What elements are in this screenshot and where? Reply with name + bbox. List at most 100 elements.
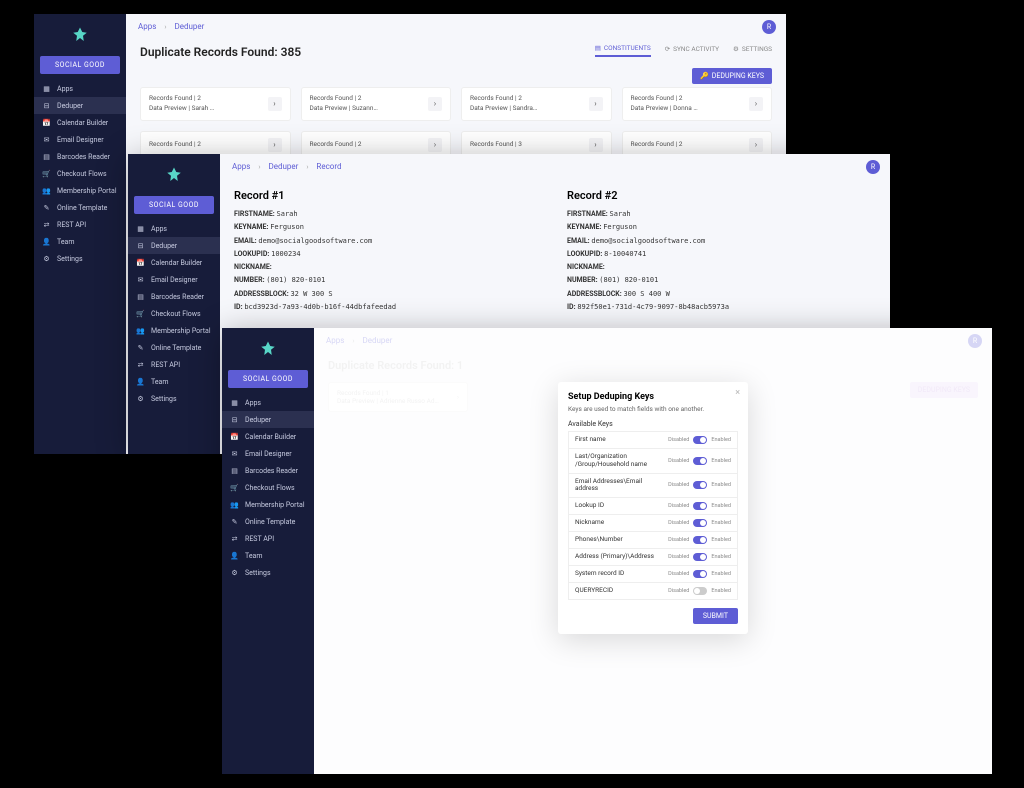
sidebar-item-checkout-flows[interactable]: 🛒Checkout Flows	[34, 165, 126, 182]
sidebar-item-deduper[interactable]: ⊟Deduper	[128, 237, 220, 254]
apps-icon: ▦	[136, 224, 145, 233]
sidebar-item-calendar-builder[interactable]: 📅Calendar Builder	[128, 254, 220, 271]
sidebar-item-email-designer[interactable]: ✉Email Designer	[128, 271, 220, 288]
duplicate-card[interactable]: Records Found | 2Data Preview | Sarah …›	[140, 87, 291, 121]
key-row: Email Addresses\Email addressDisabledEna…	[568, 474, 738, 499]
key-toggle[interactable]	[693, 457, 707, 465]
sidebar-item-rest-api[interactable]: ⇄REST API	[222, 530, 314, 547]
barcodes-reader-icon: ▤	[230, 466, 239, 475]
crumb-apps[interactable]: Apps	[232, 162, 250, 171]
record-field-nickname: NICKNAME:	[567, 261, 876, 274]
sidebar-item-checkout-flows[interactable]: 🛒Checkout Flows	[222, 479, 314, 496]
key-toggle[interactable]	[693, 481, 707, 489]
sidebar-item-label: Team	[245, 552, 263, 560]
duplicate-card[interactable]: Records Found | 2Data Preview | Suzann…›	[301, 87, 452, 121]
tab-settings[interactable]: ⚙SETTINGS	[733, 44, 772, 57]
sidebar-item-label: Checkout Flows	[151, 310, 201, 318]
sidebar-item-rest-api[interactable]: ⇄REST API	[34, 216, 126, 233]
label-disabled: Disabled	[668, 571, 689, 577]
sidebar-item-membership-portal[interactable]: 👥Membership Portal	[34, 182, 126, 199]
key-toggle[interactable]	[693, 436, 707, 444]
key-toggle[interactable]	[693, 502, 707, 510]
online-template-icon: ✎	[136, 343, 145, 352]
checkout-flows-icon: 🛒	[42, 169, 51, 178]
sidebar-item-label: REST API	[151, 361, 180, 369]
brand-badge[interactable]: SOCIAL GOOD	[134, 196, 214, 214]
sidebar-item-team[interactable]: 👤Team	[128, 373, 220, 390]
close-icon[interactable]: ×	[735, 388, 740, 398]
submit-button[interactable]: SUBMIT	[693, 608, 738, 624]
sidebar-item-email-designer[interactable]: ✉Email Designer	[222, 445, 314, 462]
sidebar-item-calendar-builder[interactable]: 📅 Calendar Builder	[222, 428, 314, 445]
brand-badge[interactable]: SOCIAL GOOD	[40, 56, 120, 74]
crumb-deduper[interactable]: Deduper	[268, 162, 298, 171]
sidebar-item-membership-portal[interactable]: 👥Membership Portal	[222, 496, 314, 513]
record-field-firstname: FIRSTNAME: Sarah	[234, 208, 543, 221]
record-field-email: EMAIL: demo@socialgoodsoftware.com	[234, 235, 543, 248]
sidebar-item-rest-api[interactable]: ⇄REST API	[128, 356, 220, 373]
record-compare: Record #1FIRSTNAME: SarahKEYNAME: Fergus…	[234, 189, 876, 314]
sidebar-item-label: REST API	[57, 221, 86, 229]
key-toggle[interactable]	[693, 587, 707, 595]
sidebar-item-label: Deduper	[151, 242, 177, 250]
sidebar-item-deduper[interactable]: ⊟Deduper	[34, 97, 126, 114]
sidebar-item-apps[interactable]: ▦Apps	[34, 80, 126, 97]
key-toggle[interactable]	[693, 519, 707, 527]
sidebar-item-calendar-builder[interactable]: 📅Calendar Builder	[34, 114, 126, 131]
chevron-right-icon: ›	[749, 138, 763, 152]
checkout-flows-icon: 🛒	[230, 483, 239, 492]
key-toggle[interactable]	[693, 553, 707, 561]
sidebar-item-deduper[interactable]: ⊟Deduper	[222, 411, 314, 428]
sidebar-item-team[interactable]: 👤Team	[222, 547, 314, 564]
chevron-right-icon: ›	[428, 138, 442, 152]
record-field-lookupid: LOOKUPID: 1000234	[234, 248, 543, 261]
chevron-right-icon: ›	[306, 163, 308, 171]
sidebar-item-apps[interactable]: ▦Apps	[128, 220, 220, 237]
record-field-addressblock: ADDRESSBLOCK: 300 S 400 W	[567, 288, 876, 301]
label-disabled: Disabled	[668, 537, 689, 543]
card-data-preview: Data Preview | Sarah …	[149, 104, 214, 114]
key-toggle[interactable]	[693, 536, 707, 544]
tab-sync-activity[interactable]: ⟳SYNC ACTIVITY	[665, 44, 719, 57]
sidebar-item-online-template[interactable]: ✎Online Template	[222, 513, 314, 530]
avatar[interactable]: R	[866, 160, 880, 174]
sidebar-item-label: Email Designer	[57, 136, 104, 144]
card-records-count: Records Found | 2	[149, 140, 201, 150]
calendar-builder-icon: 📅	[230, 432, 239, 441]
sidebar-item-apps[interactable]: ▦Apps	[222, 394, 314, 411]
apps-icon: ▦	[42, 84, 51, 93]
sidebar-item-online-template[interactable]: ✎Online Template	[34, 199, 126, 216]
deduping-keys-button[interactable]: 🔑DEDUPING KEYS	[692, 68, 772, 84]
key-toggle[interactable]	[693, 570, 707, 578]
sidebar-item-settings[interactable]: ⚙Settings	[34, 250, 126, 267]
crumb-record[interactable]: Record	[316, 162, 341, 171]
brand-badge[interactable]: SOCIAL GOOD	[228, 370, 308, 388]
sidebar-item-membership-portal[interactable]: 👥Membership Portal	[128, 322, 220, 339]
sidebar-item-label: Calendar Builder	[57, 119, 108, 127]
crumb-apps[interactable]: Apps	[138, 22, 156, 31]
sidebar-item-checkout-flows[interactable]: 🛒Checkout Flows	[128, 305, 220, 322]
sidebar-item-email-designer[interactable]: ✉Email Designer	[34, 131, 126, 148]
duplicate-card[interactable]: Records Found | 2Data Preview | Donna …›	[622, 87, 773, 121]
sidebar-item-label: Calendar Builder	[245, 433, 296, 441]
sidebar-item-barcodes-reader[interactable]: ▤Barcodes Reader	[222, 462, 314, 479]
sidebar-item-barcodes-reader[interactable]: ▤Barcodes Reader	[34, 148, 126, 165]
duplicate-card[interactable]: Records Found | 2Data Preview | Sandra…›	[461, 87, 612, 121]
sidebar-item-barcodes-reader[interactable]: ▤Barcodes Reader	[128, 288, 220, 305]
tab-bar: ▤CONSTITUENTS ⟳SYNC ACTIVITY ⚙SETTINGS	[595, 44, 772, 57]
sidebar-item-settings[interactable]: ⚙Settings	[128, 390, 220, 407]
sidebar-item-label: Online Template	[57, 204, 107, 212]
record-title: Record #2	[567, 189, 876, 202]
chevron-right-icon: ›	[258, 163, 260, 171]
refresh-icon: ⟳	[665, 45, 670, 53]
tab-constituents[interactable]: ▤CONSTITUENTS	[595, 44, 651, 57]
avatar[interactable]: R	[762, 20, 776, 34]
sidebar-item-online-template[interactable]: ✎Online Template	[128, 339, 220, 356]
card-records-count: Records Found | 2	[631, 94, 698, 104]
sidebar-item-team[interactable]: 👤Team	[34, 233, 126, 250]
key-row: Last/Organization /Group/Household nameD…	[568, 449, 738, 474]
sidebar-item-settings[interactable]: ⚙Settings	[222, 564, 314, 581]
rest-api-icon: ⇄	[230, 534, 239, 543]
crumb-deduper[interactable]: Deduper	[174, 22, 204, 31]
sidebar-item-label: Email Designer	[151, 276, 198, 284]
